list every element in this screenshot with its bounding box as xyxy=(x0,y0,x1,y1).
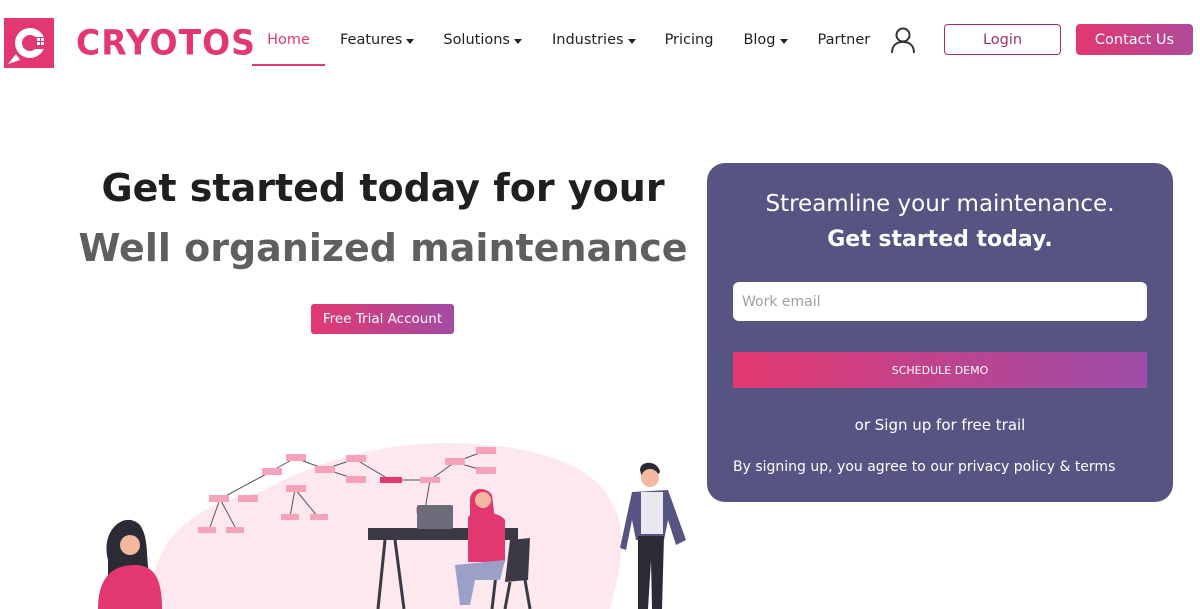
main-nav: Home Features Solutions Industries Prici… xyxy=(252,0,870,80)
terms-text[interactable]: By signing up, you agree to our privacy … xyxy=(733,459,1115,475)
team-illustration xyxy=(98,442,686,609)
site-header: CRYOTOS Home Features Solutions Industri… xyxy=(0,0,1200,80)
nav-label: Partner xyxy=(817,32,871,48)
nav-label: Pricing xyxy=(664,32,714,48)
caret-down-icon xyxy=(406,39,415,44)
contact-us-button[interactable]: Contact Us xyxy=(1076,24,1193,55)
signup-card: Streamline your maintenance. Get started… xyxy=(707,163,1173,502)
free-signup-link[interactable]: or Sign up for free trail xyxy=(707,416,1173,434)
caret-down-icon xyxy=(627,39,636,44)
caret-down-icon xyxy=(513,39,522,44)
schedule-demo-button[interactable]: SCHEDULE DEMO xyxy=(733,352,1147,388)
card-subtitle: Get started today. xyxy=(827,227,1053,252)
person-left xyxy=(98,519,162,609)
user-icon[interactable] xyxy=(890,26,916,54)
nav-label: Home xyxy=(267,32,310,48)
hero-subheading: Well organized maintenance xyxy=(78,226,688,270)
nav-label: Blog xyxy=(743,32,776,48)
nav-label: Industries xyxy=(551,32,624,48)
active-underline xyxy=(252,64,325,66)
work-email-input[interactable] xyxy=(733,282,1147,321)
nav-item-blog[interactable]: Blog xyxy=(743,0,788,80)
person-standing xyxy=(620,462,686,609)
caret-down-icon xyxy=(779,39,788,44)
nav-item-features[interactable]: Features xyxy=(340,0,415,80)
nav-item-solutions[interactable]: Solutions xyxy=(443,0,522,80)
free-trial-button[interactable]: Free Trial Account xyxy=(311,304,454,334)
nav-label: Features xyxy=(340,32,403,48)
nav-label: Solutions xyxy=(443,32,510,48)
nav-item-industries[interactable]: Industries xyxy=(552,0,636,80)
logo-mark-icon xyxy=(4,18,54,68)
nav-item-home[interactable]: Home xyxy=(252,0,325,80)
brand-name: CRYOTOS xyxy=(76,22,256,63)
backdrop-blob xyxy=(150,442,622,609)
login-button[interactable]: Login xyxy=(944,24,1061,55)
nav-item-partner[interactable]: Partner xyxy=(818,0,871,80)
card-title: Streamline your maintenance. xyxy=(765,191,1115,217)
hero-heading: Get started today for your xyxy=(101,166,665,210)
nav-item-pricing[interactable]: Pricing xyxy=(665,0,714,80)
brand-logo[interactable]: CRYOTOS xyxy=(4,18,256,68)
